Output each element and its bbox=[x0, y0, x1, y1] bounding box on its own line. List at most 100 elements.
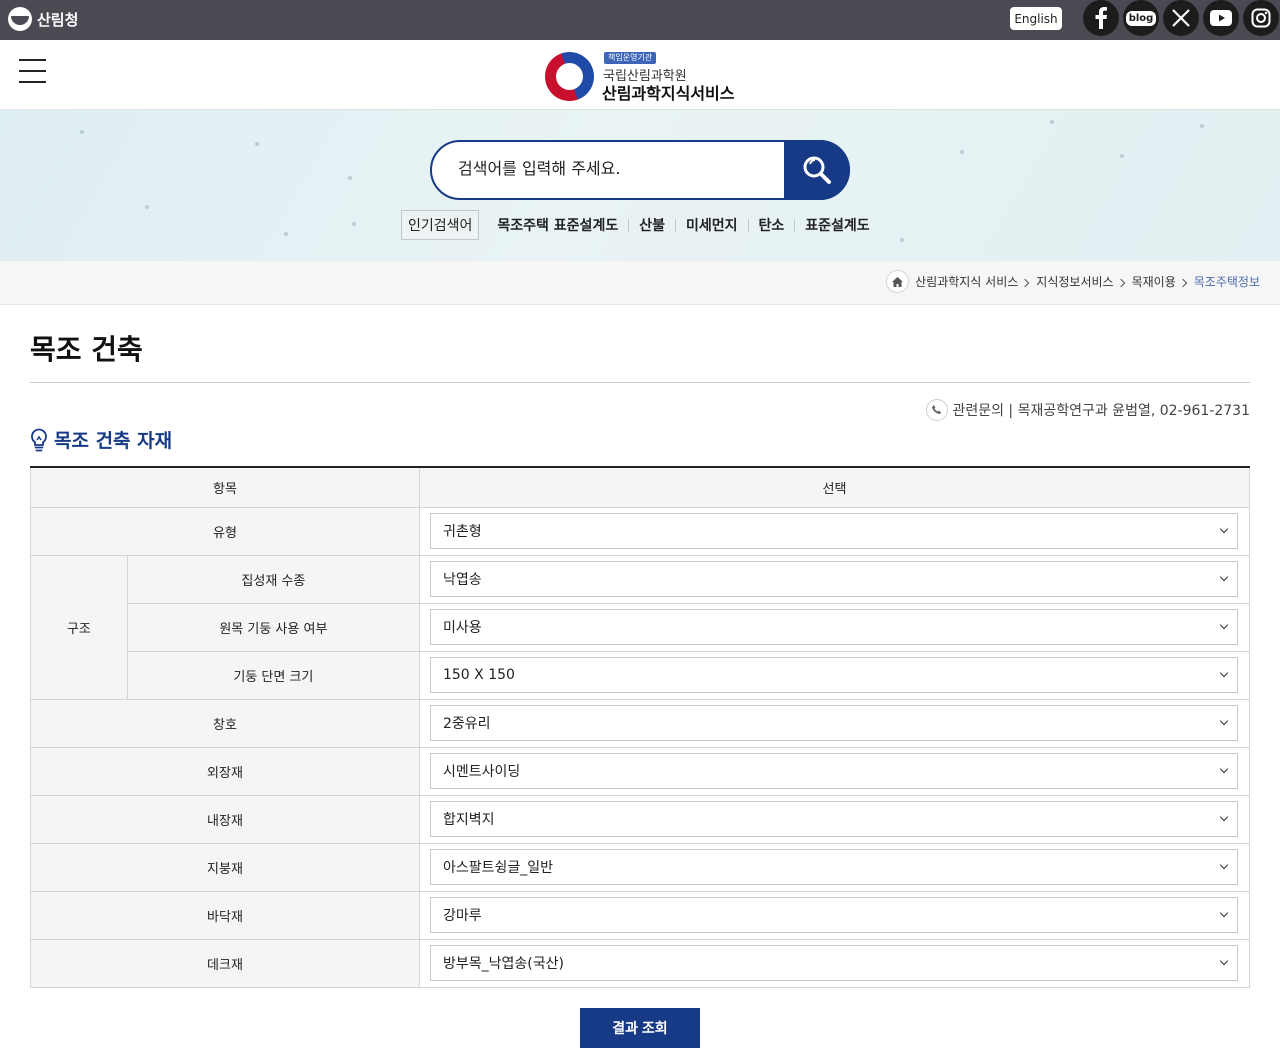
breadcrumb-item[interactable]: 목재이용 bbox=[1132, 273, 1176, 290]
select-flooring[interactable]: 강마루 bbox=[429, 897, 1238, 933]
facebook-icon[interactable] bbox=[1083, 0, 1119, 36]
divider bbox=[30, 382, 1250, 383]
chevron-down-icon bbox=[1219, 860, 1229, 870]
row-label: 집성재 수종 bbox=[126, 554, 420, 604]
table-row: 유형 귀촌형 bbox=[30, 506, 1251, 556]
page-title: 목조 건축 bbox=[30, 333, 143, 366]
search-input[interactable] bbox=[458, 159, 778, 178]
table-row: 구조 집성재 수종 낙엽송 bbox=[30, 554, 1251, 700]
decor-dot bbox=[1200, 124, 1204, 128]
select-window[interactable]: 2중유리 bbox=[429, 705, 1238, 741]
site-tag: 책임운영기관 bbox=[604, 52, 657, 64]
chevron-down-icon bbox=[1219, 668, 1229, 678]
decor-dot bbox=[960, 150, 964, 154]
gov-name: 산림청 bbox=[37, 10, 79, 29]
divider bbox=[674, 218, 676, 232]
breadcrumb-item[interactable]: 지식정보서비스 bbox=[1036, 273, 1113, 290]
table-row: 창호 2중유리 bbox=[30, 698, 1251, 748]
select-value: 2중유리 bbox=[442, 716, 491, 732]
row-label: 기둥 단면 크기 bbox=[126, 650, 420, 700]
select-roofing[interactable]: 아스팔트슁글_일반 bbox=[429, 849, 1238, 885]
chevron-down-icon bbox=[1219, 956, 1229, 966]
decor-dot bbox=[348, 176, 352, 180]
row-label: 창호 bbox=[30, 698, 420, 748]
select-value: 시멘트사이딩 bbox=[442, 764, 521, 780]
decor-dot bbox=[255, 142, 259, 146]
table-row: 데크재 방부목_낙엽송(국산) bbox=[30, 938, 1251, 988]
instagram-icon[interactable] bbox=[1243, 0, 1279, 36]
breadcrumb-item[interactable]: 산림과학지식 서비스 bbox=[915, 273, 1018, 290]
youtube-icon[interactable] bbox=[1203, 0, 1239, 36]
hamburger-menu-button[interactable] bbox=[19, 59, 46, 83]
chevron-right-icon bbox=[1116, 278, 1125, 287]
popular-keyword[interactable]: 목조주택 표준설계도 bbox=[497, 215, 618, 235]
table-row: 바닥재 강마루 bbox=[30, 890, 1251, 940]
material-table: 항목 선택 유형 귀촌형 구조 집성재 수종 낙엽송 원목 기둥 사용 여부 미… bbox=[30, 466, 1251, 988]
select-type[interactable]: 귀촌형 bbox=[429, 513, 1238, 549]
select-exterior[interactable]: 시멘트사이딩 bbox=[429, 753, 1238, 789]
breadcrumb-current: 목조주택정보 bbox=[1193, 275, 1260, 289]
popular-keyword[interactable]: 미세먼지 bbox=[686, 215, 738, 235]
top-utility-bar: 산림청 English blog bbox=[0, 0, 1280, 40]
breadcrumb-bar: 산림과학지식 서비스 지식정보서비스 목재이용 목조주택정보 bbox=[0, 261, 1280, 305]
section-title-text: 목조 건축 자재 bbox=[54, 430, 173, 452]
select-interior[interactable]: 합지벽지 bbox=[429, 801, 1238, 837]
chevron-down-icon bbox=[1219, 620, 1229, 630]
x-icon[interactable] bbox=[1163, 0, 1199, 36]
select-column-size[interactable]: 150 X 150 bbox=[429, 657, 1238, 693]
select-value: 강마루 bbox=[442, 908, 482, 924]
chevron-down-icon bbox=[1219, 908, 1229, 918]
popular-keywords-label: 인기검색어 bbox=[401, 210, 480, 240]
search-icon bbox=[803, 156, 831, 184]
decor-dot bbox=[80, 130, 84, 134]
row-label: 지붕재 bbox=[30, 842, 420, 892]
select-value: 150 X 150 bbox=[442, 667, 515, 683]
english-button[interactable]: English bbox=[1010, 7, 1062, 30]
phone-icon bbox=[926, 399, 949, 421]
taegeuk-logo-icon bbox=[545, 52, 594, 101]
chevron-down-icon bbox=[1219, 812, 1229, 822]
row-label: 데크재 bbox=[30, 938, 420, 988]
select-value: 아스팔트슁글_일반 bbox=[442, 860, 554, 876]
submit-button[interactable]: 결과 조회 bbox=[580, 1008, 700, 1048]
decor-dot bbox=[900, 238, 904, 242]
breadcrumb: 산림과학지식 서비스 지식정보서비스 목재이용 목조주택정보 bbox=[886, 270, 1260, 293]
row-label: 외장재 bbox=[30, 746, 420, 796]
menu-bar-icon bbox=[19, 81, 46, 83]
chevron-right-icon bbox=[1178, 278, 1187, 287]
menu-bar-icon bbox=[19, 70, 46, 72]
divider bbox=[628, 218, 630, 232]
select-value: 방부목_낙엽송(국산) bbox=[442, 956, 564, 972]
popular-keyword[interactable]: 산불 bbox=[639, 215, 665, 235]
site-logo-link[interactable]: 책임운영기관 국립산림과학원 산림과학지식서비스 bbox=[545, 50, 745, 103]
divider bbox=[747, 218, 749, 232]
table-row: 원목 기둥 사용 여부 미사용 bbox=[31, 602, 1251, 652]
lightbulb-icon bbox=[31, 428, 47, 451]
chevron-right-icon bbox=[1021, 278, 1030, 287]
select-log-column[interactable]: 미사용 bbox=[429, 609, 1238, 645]
popular-keyword[interactable]: 탄소 bbox=[759, 215, 785, 235]
section-title: 목조 건축 자재 bbox=[30, 426, 172, 453]
search-button[interactable] bbox=[784, 140, 850, 200]
decor-dot bbox=[352, 222, 356, 226]
chevron-down-icon bbox=[1219, 716, 1229, 726]
select-glulam-species[interactable]: 낙엽송 bbox=[429, 561, 1238, 597]
home-icon[interactable] bbox=[886, 270, 910, 293]
gov-logo-link[interactable]: 산림청 bbox=[8, 7, 78, 31]
popular-keywords: 인기검색어 목조주택 표준설계도 산불 미세먼지 탄소 표준설계도 bbox=[401, 210, 870, 240]
select-deck[interactable]: 방부목_낙엽송(국산) bbox=[429, 945, 1238, 981]
select-value: 귀촌형 bbox=[442, 524, 482, 540]
popular-keyword[interactable]: 표준설계도 bbox=[805, 215, 869, 235]
decor-dot bbox=[1120, 154, 1124, 158]
menu-bar-icon bbox=[19, 59, 46, 61]
chevron-down-icon bbox=[1219, 764, 1229, 774]
row-label: 내장재 bbox=[30, 794, 420, 844]
blog-icon[interactable]: blog bbox=[1123, 0, 1159, 36]
table-row: 내장재 합지벽지 bbox=[30, 794, 1251, 844]
row-label: 바닥재 bbox=[30, 890, 420, 940]
select-value: 낙엽송 bbox=[442, 572, 482, 588]
contact-info: 관련문의 | 목재공학연구과 윤범열, 02-961-2731 bbox=[926, 399, 1250, 421]
table-header-row: 항목 선택 bbox=[30, 466, 1251, 508]
decor-dot bbox=[1050, 120, 1054, 124]
row-group-label: 구조 bbox=[30, 554, 128, 700]
